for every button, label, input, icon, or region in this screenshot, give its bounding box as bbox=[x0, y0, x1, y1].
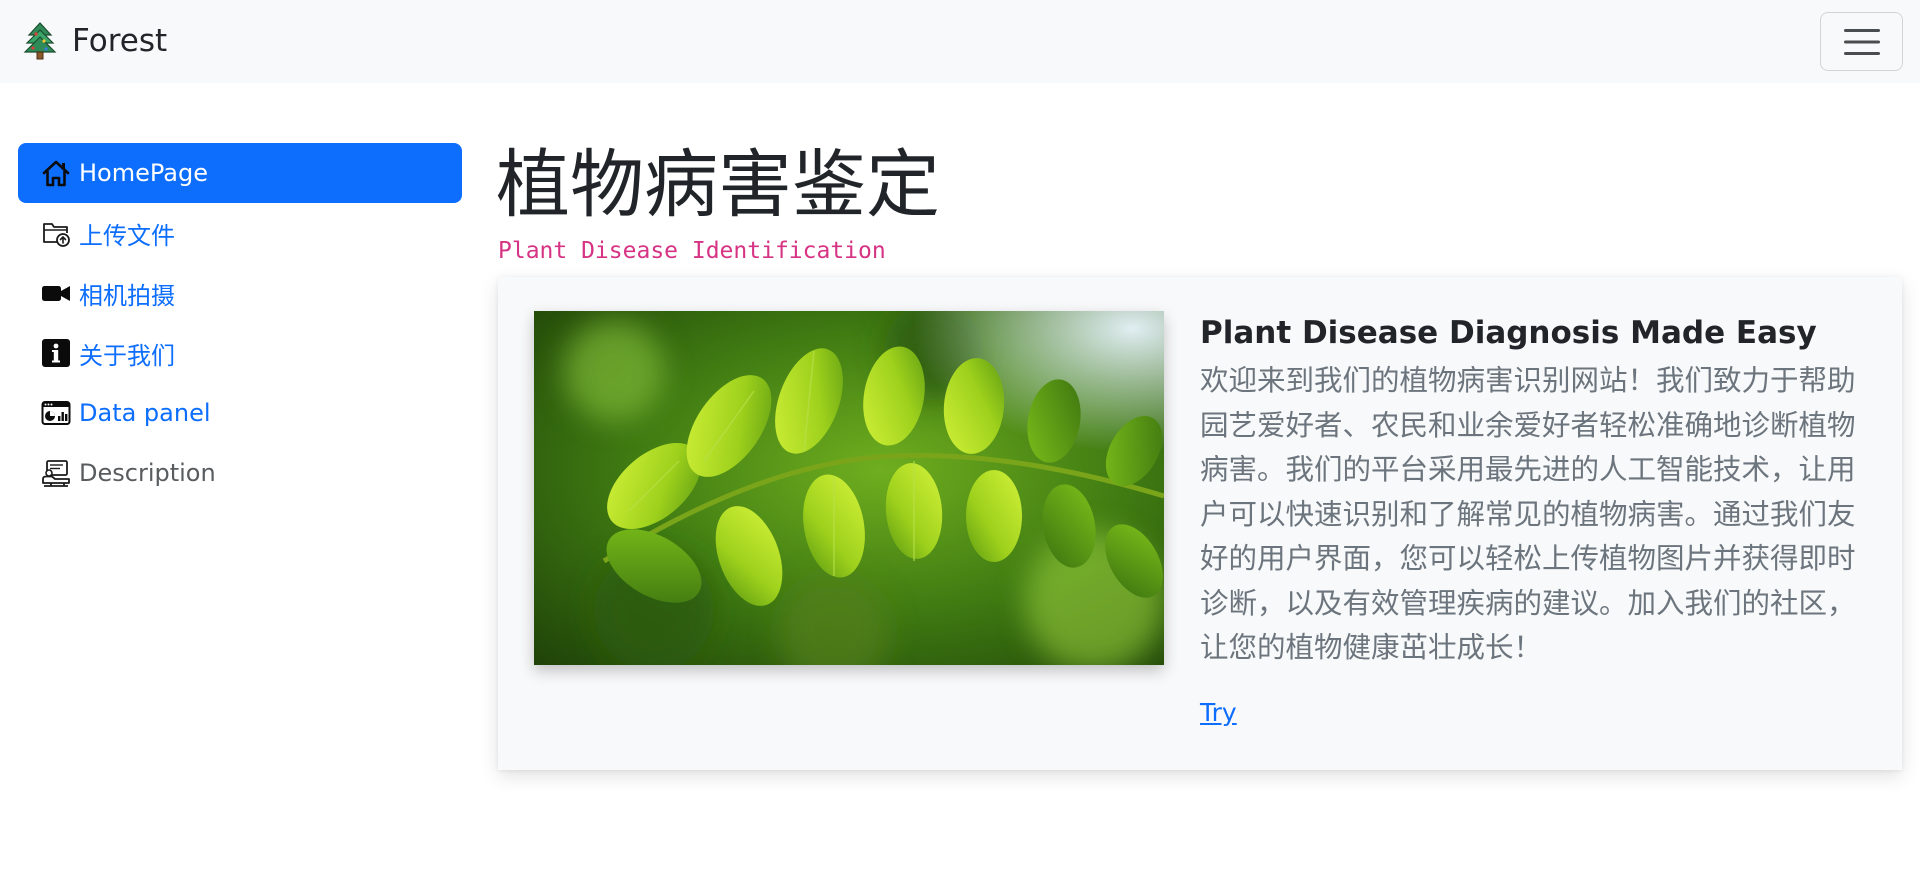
tree-icon bbox=[22, 21, 58, 61]
description-icon bbox=[41, 458, 71, 488]
intro-card: Plant Disease Diagnosis Made Easy 欢迎来到我们… bbox=[498, 277, 1902, 770]
sidebar-nav: HomePage 上传文件 相机拍摄 关于我们 Data panel Descr… bbox=[18, 143, 462, 503]
video-camera-icon bbox=[41, 278, 71, 308]
brand-link[interactable]: Forest bbox=[22, 20, 167, 62]
sidebar-item-about[interactable]: 关于我们 bbox=[18, 323, 462, 383]
sidebar-item-label: HomePage bbox=[79, 159, 208, 187]
navbar-toggle-button[interactable] bbox=[1820, 12, 1903, 71]
sidebar-item-label: 关于我们 bbox=[79, 341, 175, 370]
info-icon bbox=[41, 338, 71, 368]
data-panel-icon bbox=[41, 398, 71, 428]
sidebar-item-upload[interactable]: 上传文件 bbox=[18, 203, 462, 263]
page-title: 植物病害鉴定 bbox=[496, 142, 940, 228]
sidebar-item-label: Description bbox=[79, 459, 216, 487]
card-description: 欢迎来到我们的植物病害识别网站！我们致力于帮助园艺爱好者、农民和业余爱好者轻松准… bbox=[1200, 364, 1856, 664]
hamburger-menu-icon bbox=[1842, 26, 1882, 58]
top-navbar: Forest bbox=[0, 0, 1920, 83]
home-icon bbox=[41, 158, 71, 188]
sidebar-item-label: 相机拍摄 bbox=[79, 281, 175, 310]
sidebar-item-camera[interactable]: 相机拍摄 bbox=[18, 263, 462, 323]
green-leaves-image bbox=[534, 311, 1164, 665]
sidebar-item-description[interactable]: Description bbox=[18, 443, 462, 503]
folder-upload-icon bbox=[41, 218, 71, 248]
page-subtitle: Plant Disease Identification bbox=[498, 238, 886, 264]
sidebar-item-data-panel[interactable]: Data panel bbox=[18, 383, 462, 443]
sidebar-item-homepage[interactable]: HomePage bbox=[18, 143, 462, 203]
card-title: Plant Disease Diagnosis Made Easy bbox=[1200, 315, 1817, 351]
sidebar-item-label: 上传文件 bbox=[79, 221, 175, 250]
sidebar-item-label: Data panel bbox=[79, 399, 211, 427]
brand-name: Forest bbox=[72, 22, 168, 59]
try-link[interactable]: Try bbox=[1200, 698, 1237, 727]
